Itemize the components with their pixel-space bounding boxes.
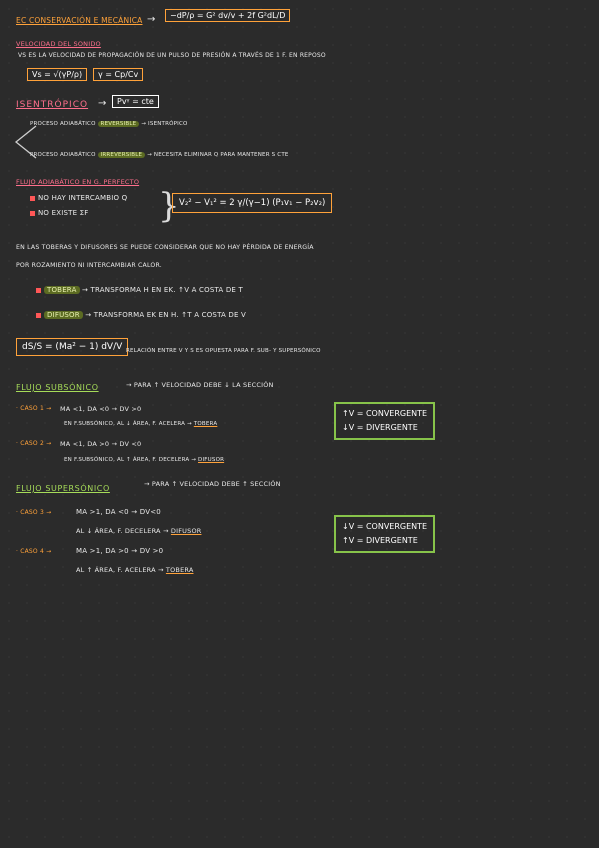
subsonico-box-line-2: ↓V = DIVERGENTE [342,423,418,432]
caso2-description: EN F.SUBSÓNICO, AL ↑ ÁREA, F. DECELERA →… [64,457,225,463]
title-label: EC CONSERVACIÓN E MECÁNICA [16,16,143,25]
irreversible-line: PROCESO ADIABÁTICO IRREVERSIBLE → NECESI… [30,152,289,158]
difusor-highlight: DIFUSOR [44,311,83,319]
caso4-result: TOBERA [165,566,194,574]
formula-gamma-box: γ = Cp/Cv [93,68,144,81]
subsonico-summary-box: ↑V = CONVERGENTE ↓V = DIVERGENTE [334,402,436,440]
condition-no-q: NO HAY INTERCAMBIO Q [30,194,127,202]
red-square-icon [36,287,41,293]
caso1-condition: Ma <1, dA <0 → dV >0 [60,405,142,413]
condition-no-friction: NO EXISTE ΣF [30,209,88,217]
supersonico-heading-rest: → PARA ↑ VELOCIDAD DEBE ↑ SECCIÓN [144,480,281,488]
caso3-condition: Ma >1, dA <0 → dV<0 [76,508,161,516]
caso2-label: · CASO 2 → [16,440,52,447]
title-equation-box: −dP/ρ = G² dv/v + 2f G²dL/D [165,9,291,22]
velocidad-sonido-heading: VELOCIDAD DEL SONIDO [16,40,101,48]
isentropico-label: ISENTRÓPICO [16,100,89,110]
toberas-line-1: EN LAS TOBERAS Y DIFUSORES SE PUEDE CONS… [16,244,314,251]
supersonico-box-line-1: ↓V = CONVERGENTE [342,522,428,531]
red-square-icon [30,210,35,216]
caso4-condition: Ma >1, dA >0 → dV >0 [76,547,164,555]
relacion-formula-box: dS/S = (Ma² − 1) dV/V [16,338,129,356]
irreversible-highlight: IRREVERSIBLE [97,152,146,158]
red-square-icon [36,312,41,318]
supersonico-summary-box: ↓V = CONVERGENTE ↑V = DIVERGENTE [334,515,436,553]
caso3-description: AL ↓ ÁREA, F. DECELERA → DIFUSOR [76,527,202,535]
reversible-line: PROCESO ADIABÁTICO REVERSIBLE → ISENTRÓP… [30,121,188,127]
isentropico-arrow: → [98,98,107,109]
formula-vs-box: Vs = √(γP/ρ) [27,68,88,81]
tobera-row: TOBERA → TRANSFORMA H EN Ek. ↑V A COSTA … [36,286,243,294]
supersonico-box-line-2: ↑V = DIVERGENTE [342,536,418,545]
red-square-icon [30,195,35,201]
velocidad-sonido-line: Vs ES LA VELOCIDAD DE PROPAGACIÓN DE UN … [18,52,326,59]
isentropico-formula-box: Pvᵞ = cte [112,95,159,108]
caso4-description: AL ↑ ÁREA, F. ACELERA → TOBERA [76,566,194,574]
subsonico-heading: FLUJO SUBSÓNICO [16,383,99,392]
caso1-result: TOBERA [193,421,218,427]
caso1-label: · CASO 1 → [16,405,52,412]
caso3-label: · CASO 3 → [16,509,52,516]
caso2-result: DIFUSOR [198,457,225,463]
flujo-adiabatico-heading: FLUJO ADIABÁTICO EN G. PERFECTO [16,178,140,186]
notes-page: EC CONSERVACIÓN E MECÁNICA → −dP/ρ = G² … [0,0,599,848]
subsonico-box-line-1: ↑V = CONVERGENTE [342,409,428,418]
toberas-line-2: POR ROZAMIENTO NI INTERCAMBIAR CALOR. [16,262,162,269]
subsonico-heading-rest: → PARA ↑ VELOCIDAD DEBE ↓ LA SECCIÓN [126,381,274,389]
caso1-description: EN F.SUBSÓNICO, AL ↓ ÁREA, F. ACELERA → … [64,421,218,427]
caso3-result: DIFUSOR [170,527,202,535]
difusor-row: DIFUSOR → TRANSFORMA Ek EN H. ↑T A COSTA… [36,311,246,319]
relacion-text: RELACIÓN ENTRE V Y S ES OPUESTA PARA F. … [126,348,321,354]
supersonico-heading: FLUJO SUPERSÓNICO [16,484,110,493]
caso2-condition: Ma <1, dA >0 → dV <0 [60,440,142,448]
flujo-adiabatico-formula-box: V₂² − V₁² = 2 γ/(γ−1) (P₁v₁ − P₂v₂) [172,193,333,213]
tobera-highlight: TOBERA [44,286,80,294]
reversible-highlight: REVERSIBLE [97,121,140,127]
title-arrow: → [147,14,156,25]
caso4-label: · CASO 4 → [16,548,52,555]
